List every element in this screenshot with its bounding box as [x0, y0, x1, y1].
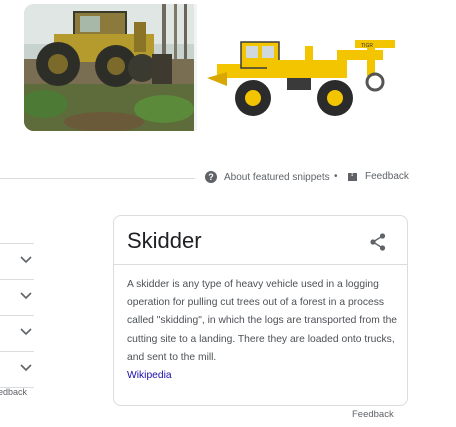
accordion-item[interactable] — [0, 280, 34, 316]
about-featured-snippets-label: About featured snippets — [224, 171, 330, 183]
skidder-studio-illustration: TIGR — [197, 4, 408, 131]
chevron-down-icon — [20, 364, 32, 372]
chevron-down-icon — [20, 292, 32, 300]
snippet-feedback-label: Feedback — [365, 171, 409, 182]
snippet-info-row: ? About featured snippets • Feedback — [0, 170, 410, 186]
snippet-feedback-link[interactable]: Feedback — [348, 171, 409, 182]
share-icon[interactable] — [370, 233, 386, 251]
skidder-forest-illustration — [24, 4, 194, 131]
accordion-item[interactable] — [0, 244, 34, 280]
image-carousel: TIGR — [24, 4, 408, 131]
skidder-photo-forest[interactable] — [24, 4, 194, 131]
knowledge-panel-feedback-link[interactable]: Feedback — [352, 409, 394, 420]
knowledge-panel-divider — [114, 264, 407, 265]
feedback-icon — [348, 171, 357, 181]
help-icon: ? — [205, 171, 217, 183]
accordion-item[interactable] — [0, 352, 34, 388]
separator-dot: • — [334, 171, 338, 182]
wikipedia-source-link[interactable]: Wikipedia — [127, 370, 172, 381]
knowledge-panel-description: A skidder is any type of heavy vehicle u… — [127, 276, 399, 385]
section-divider — [0, 178, 195, 179]
knowledge-panel-title: Skidder — [127, 228, 202, 253]
knowledge-panel-card: Skidder A skidder is any type of heavy v… — [113, 215, 408, 406]
skidder-photo-studio[interactable]: TIGR — [197, 4, 408, 131]
about-featured-snippets-link[interactable]: ? About featured snippets — [205, 171, 330, 183]
chevron-down-icon — [20, 256, 32, 264]
accordion-item[interactable] — [0, 316, 34, 352]
description-text: A skidder is any type of heavy vehicle u… — [127, 279, 398, 363]
chevron-down-icon — [20, 328, 32, 336]
accordion-feedback-link[interactable]: edback — [0, 387, 27, 397]
